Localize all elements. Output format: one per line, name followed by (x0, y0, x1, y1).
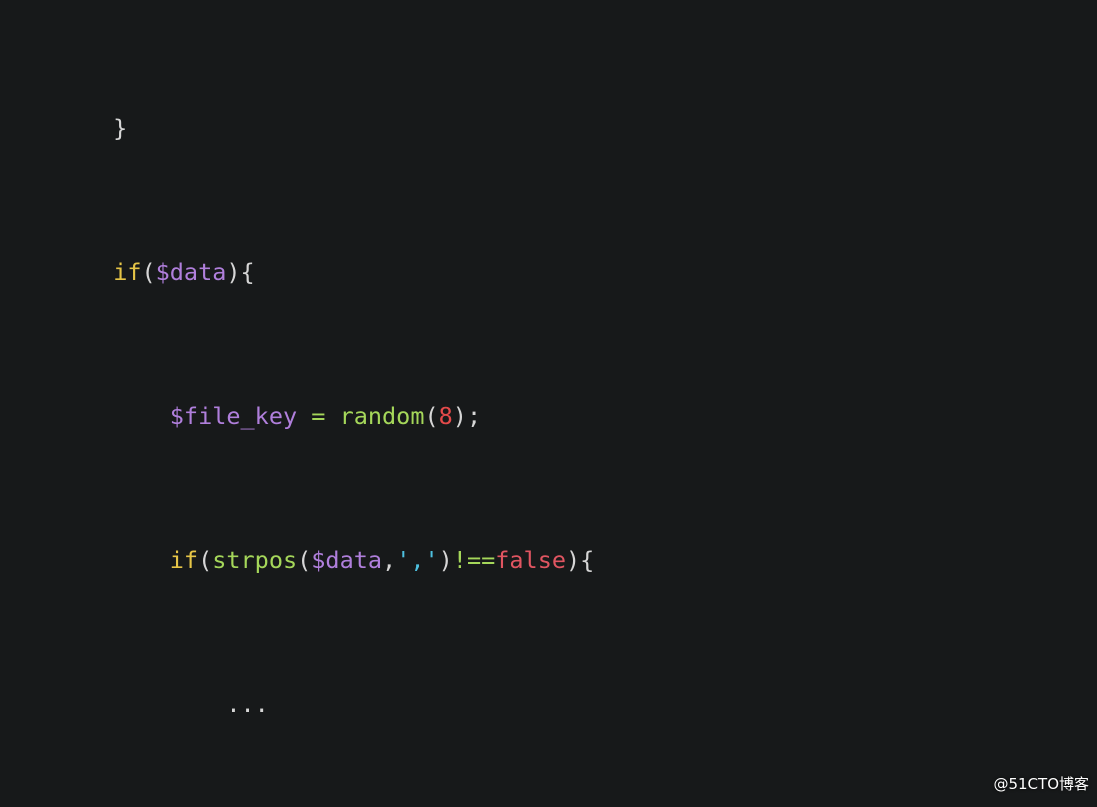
code-line: $file_key = random(8); (169, 402, 482, 430)
code-line: } (0, 114, 128, 142)
code-line: if(strpos($data,',')!==false){ (169, 546, 595, 574)
code-block: } if($data){ $file_key = random(8); if(s… (0, 0, 1097, 807)
code-line: ... (0, 690, 269, 718)
code-line: if($data){ (113, 258, 255, 286)
code-screenshot: } if($data){ $file_key = random(8); if(s… (0, 0, 1097, 807)
